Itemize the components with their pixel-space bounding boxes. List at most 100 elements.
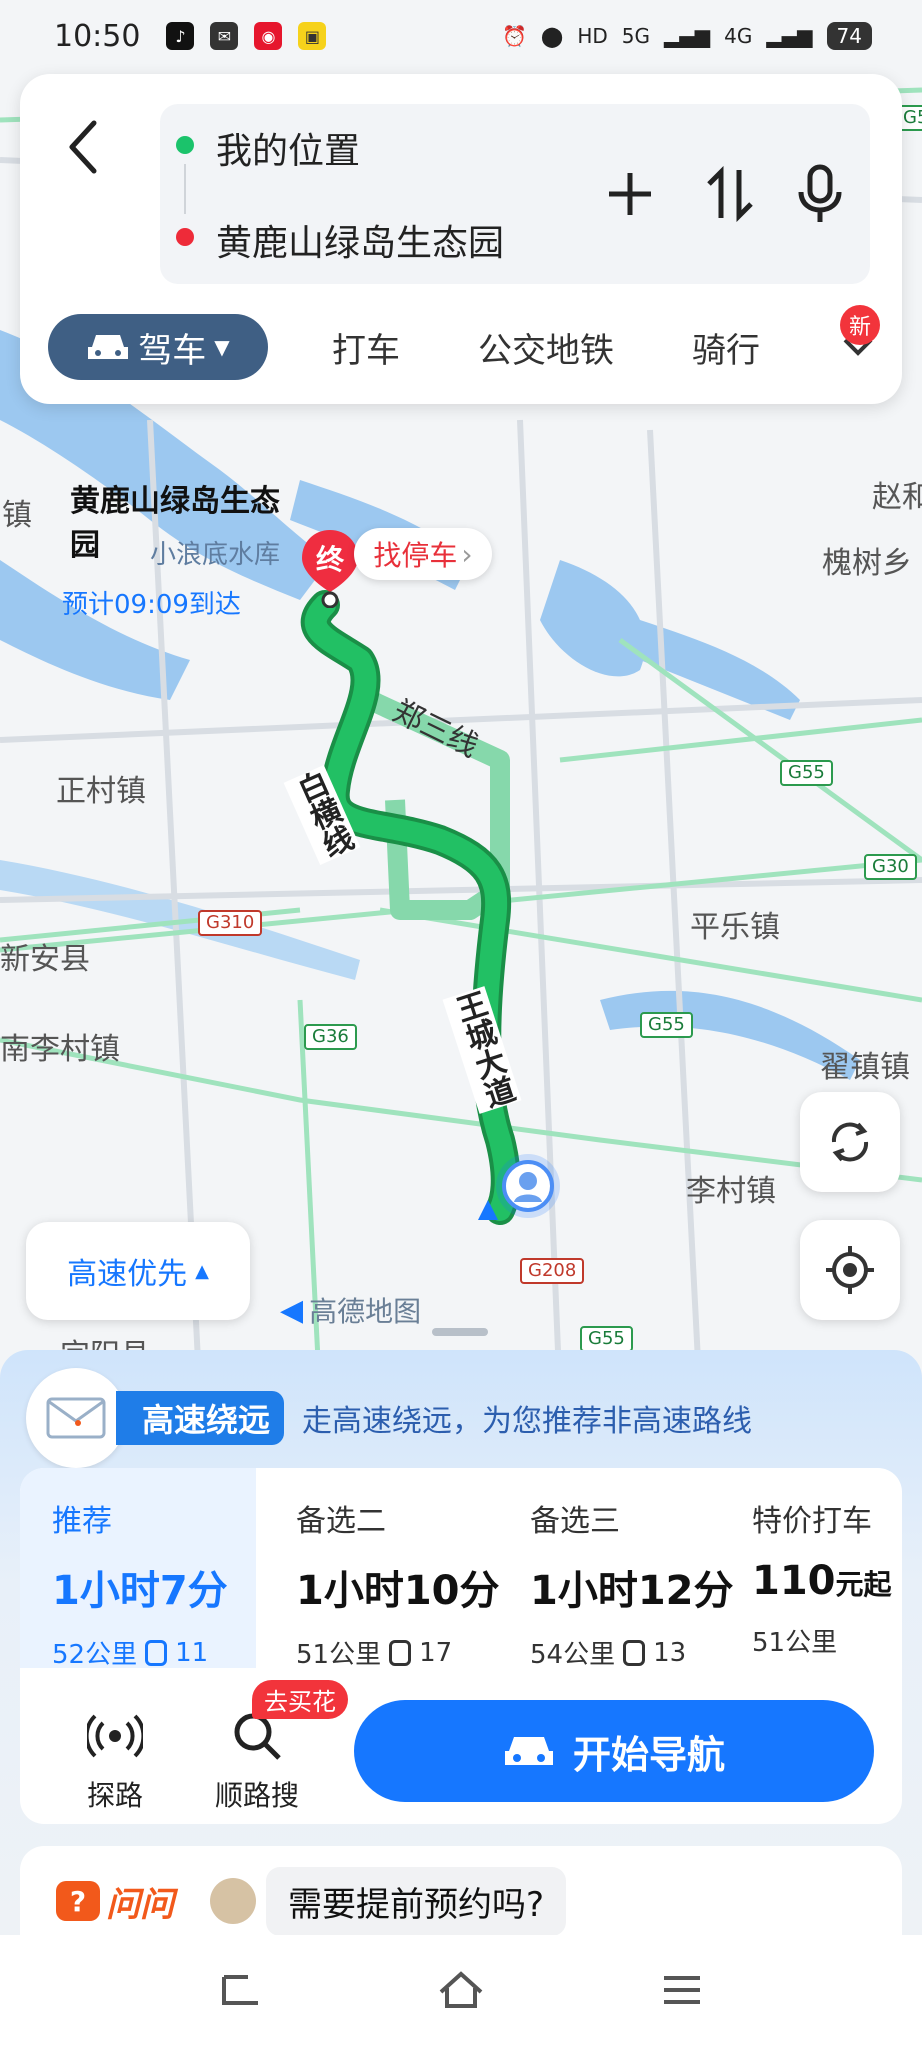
traffic-light-icon <box>389 1639 412 1666</box>
system-menu-button[interactable] <box>660 1972 704 2012</box>
route-option-name: 备选二 <box>296 1504 386 1539</box>
tab-taxi[interactable]: 打车 <box>332 323 400 372</box>
amap-logo-text: 高德地图 <box>309 1295 422 1328</box>
battery-indicator: 74 <box>826 22 872 50</box>
route-option-meta: 52公里 11 <box>52 1634 256 1671</box>
route-search-card: 我的位置 黄鹿山绿岛生态园 驾车 ▼ 打车 公交地铁 骑行 新 <box>20 74 902 404</box>
locate-me-button[interactable] <box>800 1220 900 1320</box>
message-icon: ✉ <box>210 22 239 50</box>
map-label: 正村镇 <box>56 774 146 809</box>
route-option-time: 1小时7分 <box>52 1568 228 1614</box>
highway-shield: G30 <box>864 854 917 880</box>
map-label: 翟镇镇 <box>820 1050 910 1085</box>
ask-question[interactable]: 需要提前预约吗? <box>266 1866 567 1936</box>
back-icon <box>221 1974 258 2005</box>
car-icon <box>88 335 129 359</box>
tab-cycling[interactable]: 骑行 <box>692 323 760 372</box>
route-option-taxi[interactable]: 特价打车 110元起 51公里 <box>736 1468 902 1668</box>
traffic-light-icon <box>145 1639 168 1666</box>
ask-logo-text: 问问 <box>106 1884 174 1925</box>
connector-line <box>184 164 186 214</box>
more-modes-button[interactable]: 新 <box>828 305 888 377</box>
route-option-alt-3[interactable]: 备选三 1小时12分 54公里 13 <box>498 1468 734 1671</box>
locate-icon <box>826 1246 874 1294</box>
route-options-card: 推荐 1小时7分 52公里 11 备选二 1小时10分 51公里 17 备选三 … <box>20 1468 902 1824</box>
route-option-distance: 51公里 <box>752 1628 838 1658</box>
current-location-marker <box>476 1150 562 1236</box>
status-time: 10:50 <box>54 18 141 54</box>
taxi-price: 110元起 <box>752 1558 902 1604</box>
along-route-search-label: 顺路搜 <box>214 1779 299 1812</box>
caret-up-icon: ▲ <box>195 1260 209 1282</box>
buy-flowers-badge[interactable]: 去买花 <box>252 1680 348 1719</box>
destination-title: 黄鹿山绿岛生态园 <box>70 480 300 568</box>
map-label: 赵和 <box>872 480 922 515</box>
hd-icon: HD <box>577 24 608 48</box>
explore-button[interactable]: 探路 <box>60 1708 170 1814</box>
network-5g: 5G <box>621 24 650 48</box>
highway-shield: G55 <box>780 760 833 786</box>
travel-mode-tabs: 驾车 ▼ 打车 公交地铁 骑行 新 <box>48 305 888 380</box>
system-home-button[interactable] <box>437 1970 485 2014</box>
envelope-icon <box>26 1368 126 1468</box>
signal-icon: ▂▄▆ <box>766 24 813 48</box>
route-preference-label: 高速优先 <box>67 1257 188 1292</box>
find-parking-button[interactable]: 找停车 › <box>354 528 492 580</box>
highway-shield: G310 <box>198 910 263 936</box>
destination-marker[interactable]: 终 <box>300 528 360 609</box>
route-preference-button[interactable]: 高速优先 ▲ <box>26 1222 250 1320</box>
start-navigation-button[interactable]: 开始导航 <box>354 1700 874 1802</box>
map-label: 槐树乡 <box>822 546 912 581</box>
route-option-recommended[interactable]: 推荐 1小时7分 52公里 11 <box>20 1468 256 1671</box>
route-option-lights: 13 <box>653 1637 687 1668</box>
add-waypoint-button[interactable] <box>600 159 660 229</box>
destination-name: 黄鹿山绿岛生态园 <box>70 484 280 563</box>
car-icon <box>504 1737 553 1765</box>
tiktok-icon: ♪ <box>166 22 195 50</box>
broadcast-icon <box>60 1708 170 1764</box>
along-route-search-button[interactable]: 顺路搜 <box>202 1708 312 1814</box>
route-option-meta: 54公里 13 <box>530 1634 734 1671</box>
route-option-distance: 52公里 <box>52 1640 138 1670</box>
tab-drive-label: 驾车 <box>138 330 207 371</box>
route-option-alt-2[interactable]: 备选二 1小时10分 51公里 17 <box>264 1468 500 1671</box>
refresh-route-button[interactable] <box>800 1092 900 1192</box>
route-hint[interactable]: 高速绕远 走高速绕远，为您推荐非高速路线 <box>26 1368 752 1468</box>
back-button[interactable] <box>54 112 114 182</box>
weibo-icon: ◉ <box>254 22 283 50</box>
highway-shield: G55 <box>640 1012 693 1038</box>
new-badge: 新 <box>840 305 880 345</box>
tab-transit[interactable]: 公交地铁 <box>478 323 614 372</box>
route-option-name: 特价打车 <box>752 1504 872 1539</box>
sheet-drag-handle[interactable] <box>432 1328 488 1336</box>
hint-text: 走高速绕远，为您推荐非高速路线 <box>302 1404 753 1439</box>
taxi-price-unit: 元起 <box>835 1568 892 1601</box>
map-label: 平乐镇 <box>690 910 780 945</box>
caret-down-icon: ▼ <box>214 335 230 359</box>
tab-drive[interactable]: 驾车 ▼ <box>48 314 268 380</box>
eta-label: 预计09:09到达 <box>62 590 241 620</box>
traffic-light-icon <box>623 1639 646 1666</box>
route-option-distance: 51公里 <box>296 1640 382 1670</box>
destination-dot <box>176 228 194 246</box>
app-icon: ▣ <box>298 22 327 50</box>
avatar <box>210 1878 256 1924</box>
explore-label: 探路 <box>86 1779 143 1812</box>
route-sheet: 高速绕远 走高速绕远，为您推荐非高速路线 推荐 1小时7分 52公里 11 备选… <box>0 1350 922 1956</box>
route-option-time: 1小时10分 <box>296 1568 500 1614</box>
location-icon: ⬤ <box>540 24 564 48</box>
network-4g: 4G <box>724 24 753 48</box>
ask-logo: ? 问问 <box>56 1877 174 1926</box>
system-back-button[interactable] <box>218 1971 262 2013</box>
swap-route-button[interactable] <box>700 159 760 229</box>
route-option-lights: 17 <box>419 1637 453 1668</box>
route-option-meta: 51公里 17 <box>296 1634 500 1671</box>
map-label: 李村镇 <box>686 1174 776 1209</box>
amap-logo-icon: ◀ <box>280 1292 304 1328</box>
taxi-price-value: 110 <box>752 1558 836 1604</box>
destination-field[interactable]: 黄鹿山绿岛生态园 <box>216 214 504 266</box>
voice-input-button[interactable] <box>790 159 850 229</box>
origin-field[interactable]: 我的位置 <box>216 122 360 174</box>
start-navigation-label: 开始导航 <box>572 1732 725 1777</box>
map-label: 南李村镇 <box>0 1032 120 1067</box>
